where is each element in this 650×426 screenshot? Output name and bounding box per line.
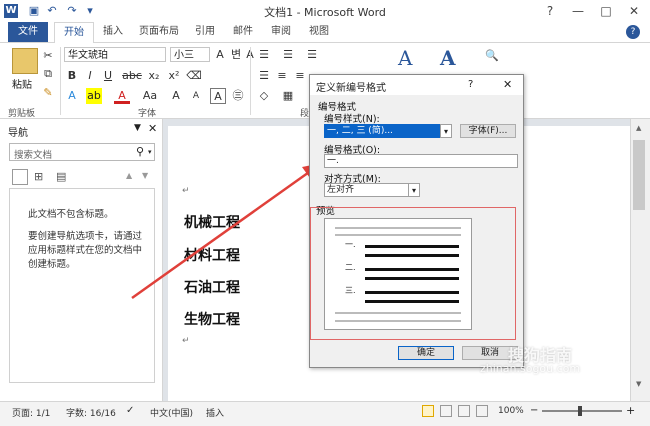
number-style-label: 编号样式(N):	[324, 114, 380, 125]
dialog-close-button[interactable]: ✕	[503, 78, 512, 91]
watermark-url: zhinan.sogou.com	[480, 362, 581, 375]
dialog-help-button[interactable]: ?	[468, 79, 473, 90]
font-button[interactable]: 字体(F)...	[460, 124, 516, 138]
alignment-select[interactable]: 左对齐	[324, 183, 420, 197]
chevron-down-icon[interactable]: ▾	[408, 183, 420, 197]
number-style-select[interactable]: 一, 二, 三 (简)...	[324, 124, 452, 138]
number-format-input[interactable]: 一.	[324, 154, 518, 168]
dialog-title: 定义新编号格式	[316, 83, 386, 94]
preview-highlight-box	[310, 207, 516, 340]
chevron-down-icon[interactable]: ▾	[440, 124, 452, 138]
arrow-shaft	[131, 168, 313, 300]
ok-button[interactable]: 确定	[398, 346, 454, 360]
